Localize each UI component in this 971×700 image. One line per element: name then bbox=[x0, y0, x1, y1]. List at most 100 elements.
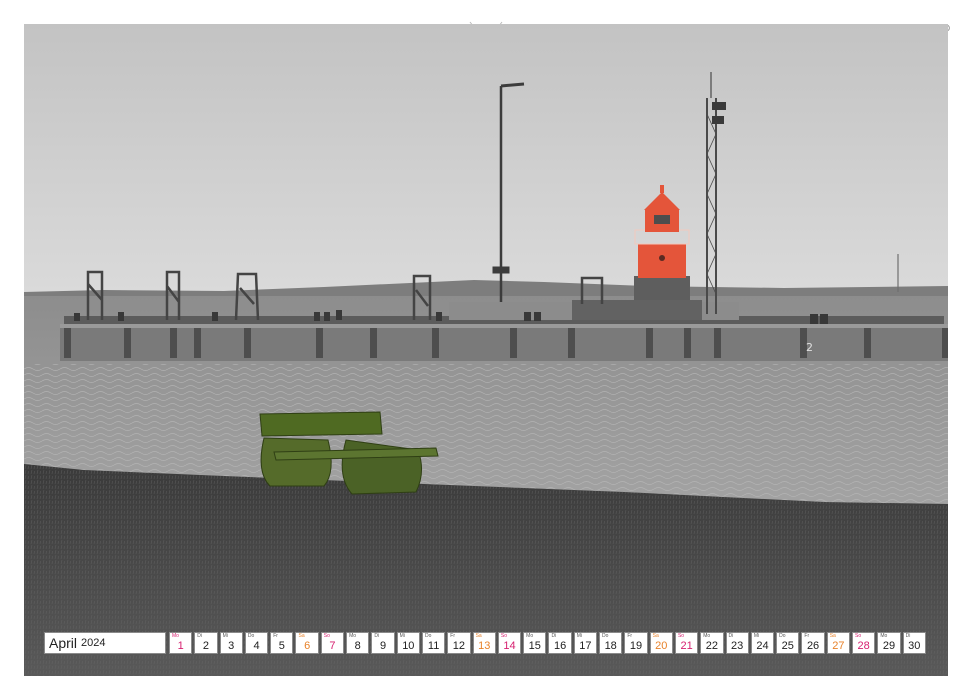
pier-post bbox=[510, 328, 517, 358]
day-abbr: Sa bbox=[829, 633, 836, 639]
day-cell: Do 11 bbox=[421, 632, 446, 654]
pier-post bbox=[370, 328, 377, 358]
day-number: 24 bbox=[756, 640, 769, 652]
day-number: 22 bbox=[705, 640, 718, 652]
day-number: 7 bbox=[329, 640, 336, 652]
day-number: 21 bbox=[680, 640, 693, 652]
day-number: 8 bbox=[354, 640, 361, 652]
day-number: 5 bbox=[278, 640, 285, 652]
day-abbr: Sa bbox=[298, 633, 305, 639]
day-cell: Mi 3 bbox=[219, 632, 243, 654]
day-cell: Sa 20 bbox=[649, 632, 673, 654]
harbor-scene: 2 bbox=[24, 24, 948, 676]
day-abbr: So bbox=[855, 633, 862, 639]
day-cell: Mo 15 bbox=[523, 632, 547, 654]
pier-post bbox=[124, 328, 131, 358]
day-cell: Di 16 bbox=[548, 632, 572, 654]
day-number: 30 bbox=[908, 640, 921, 652]
day-abbr: Mi bbox=[576, 633, 583, 639]
day-number: 15 bbox=[528, 640, 541, 652]
pier-post bbox=[432, 328, 439, 358]
pier-post bbox=[244, 328, 251, 358]
month-label: April 2024 bbox=[44, 632, 166, 654]
day-cell: Do 18 bbox=[599, 632, 623, 654]
day-cell: Mo 29 bbox=[877, 632, 901, 654]
day-abbr: Di bbox=[197, 633, 203, 639]
pier-post bbox=[864, 328, 871, 358]
day-abbr: Sa bbox=[475, 633, 482, 639]
day-cells: Mo 1 Di 2 Mi 3 Do 4 Fr 5 Sa 6 So 7 Mo 8 Di 9 Mi 10 Do 11 Fr 12 S… bbox=[169, 632, 926, 654]
calendar-photo: 2 bbox=[24, 24, 948, 676]
day-abbr: So bbox=[323, 633, 330, 639]
month-year: 2024 bbox=[81, 637, 106, 649]
day-number: 29 bbox=[882, 640, 896, 652]
day-cell: Di 23 bbox=[725, 632, 749, 654]
day-cell: Mo 22 bbox=[700, 632, 724, 654]
day-abbr: Mo bbox=[703, 633, 711, 639]
day-cell: Fr 19 bbox=[624, 632, 648, 654]
day-cell: Mo 1 bbox=[169, 632, 193, 654]
day-abbr: Mo bbox=[880, 633, 888, 639]
pier-post bbox=[170, 328, 177, 358]
day-number: 26 bbox=[806, 640, 820, 652]
day-cell: Sa 13 bbox=[472, 632, 496, 654]
pier-post bbox=[64, 328, 71, 358]
day-number: 23 bbox=[731, 640, 744, 652]
day-abbr: Do bbox=[779, 633, 786, 639]
day-number: 28 bbox=[857, 640, 870, 652]
day-abbr: Mi bbox=[222, 633, 228, 639]
day-abbr: Mo bbox=[349, 633, 357, 639]
day-number: 1 bbox=[177, 640, 184, 652]
day-number: 6 bbox=[304, 640, 311, 652]
day-number: 13 bbox=[478, 640, 491, 652]
day-abbr: Mo bbox=[172, 633, 179, 639]
day-cell: Di 2 bbox=[194, 632, 218, 654]
pier-post bbox=[316, 328, 323, 358]
pier-post bbox=[942, 328, 948, 358]
day-number: 14 bbox=[503, 640, 516, 652]
day-abbr: Fr bbox=[627, 633, 633, 639]
pier-post bbox=[684, 328, 691, 358]
day-number: 3 bbox=[228, 640, 235, 652]
day-abbr: Di bbox=[374, 633, 380, 639]
day-cell: Do 25 bbox=[776, 632, 800, 654]
day-abbr: Fr bbox=[450, 633, 455, 639]
day-abbr: Fr bbox=[804, 633, 810, 639]
day-abbr: Mo bbox=[526, 633, 534, 639]
pier-wall bbox=[60, 324, 948, 361]
day-cell: Di 30 bbox=[902, 632, 926, 654]
day-abbr: So bbox=[500, 633, 507, 639]
day-number: 17 bbox=[579, 640, 592, 652]
day-number: 12 bbox=[452, 640, 466, 652]
day-cell: So 14 bbox=[497, 632, 522, 654]
day-number: 11 bbox=[427, 640, 440, 652]
day-cell: So 21 bbox=[674, 632, 699, 654]
day-cell: So 7 bbox=[320, 632, 345, 654]
pier-marker: 2 bbox=[806, 341, 813, 354]
day-cell: So 28 bbox=[852, 632, 876, 654]
pier-post bbox=[714, 328, 721, 358]
day-cell: Mi 10 bbox=[396, 632, 420, 654]
day-abbr: Mi bbox=[399, 633, 405, 639]
day-abbr: Do bbox=[602, 633, 609, 639]
day-number: 18 bbox=[604, 640, 617, 652]
day-cell: Do 4 bbox=[244, 632, 269, 654]
day-cell: Mi 24 bbox=[750, 632, 775, 654]
day-number: 27 bbox=[832, 640, 845, 652]
day-cell: Mo 8 bbox=[346, 632, 370, 654]
day-abbr: Di bbox=[728, 633, 734, 639]
calendar-strip: April 2024 Mo 1 Di 2 Mi 3 Do 4 Fr 5 Sa 6 So 7 Mo 8 Di 9 Mi… bbox=[44, 632, 926, 654]
day-cell: Fr 5 bbox=[270, 632, 294, 654]
day-cell: Sa 27 bbox=[826, 632, 851, 654]
month-name: April bbox=[49, 635, 78, 651]
day-number: 25 bbox=[781, 640, 794, 652]
day-cell: Fr 26 bbox=[801, 632, 825, 654]
day-abbr: Fr bbox=[273, 633, 278, 639]
day-number: 20 bbox=[655, 640, 668, 652]
day-abbr: Mi bbox=[753, 633, 760, 639]
day-number: 16 bbox=[553, 640, 567, 652]
day-abbr: So bbox=[677, 633, 685, 639]
day-abbr: Do bbox=[247, 633, 255, 639]
day-cell: Mi 17 bbox=[573, 632, 598, 654]
day-number: 4 bbox=[253, 640, 260, 652]
